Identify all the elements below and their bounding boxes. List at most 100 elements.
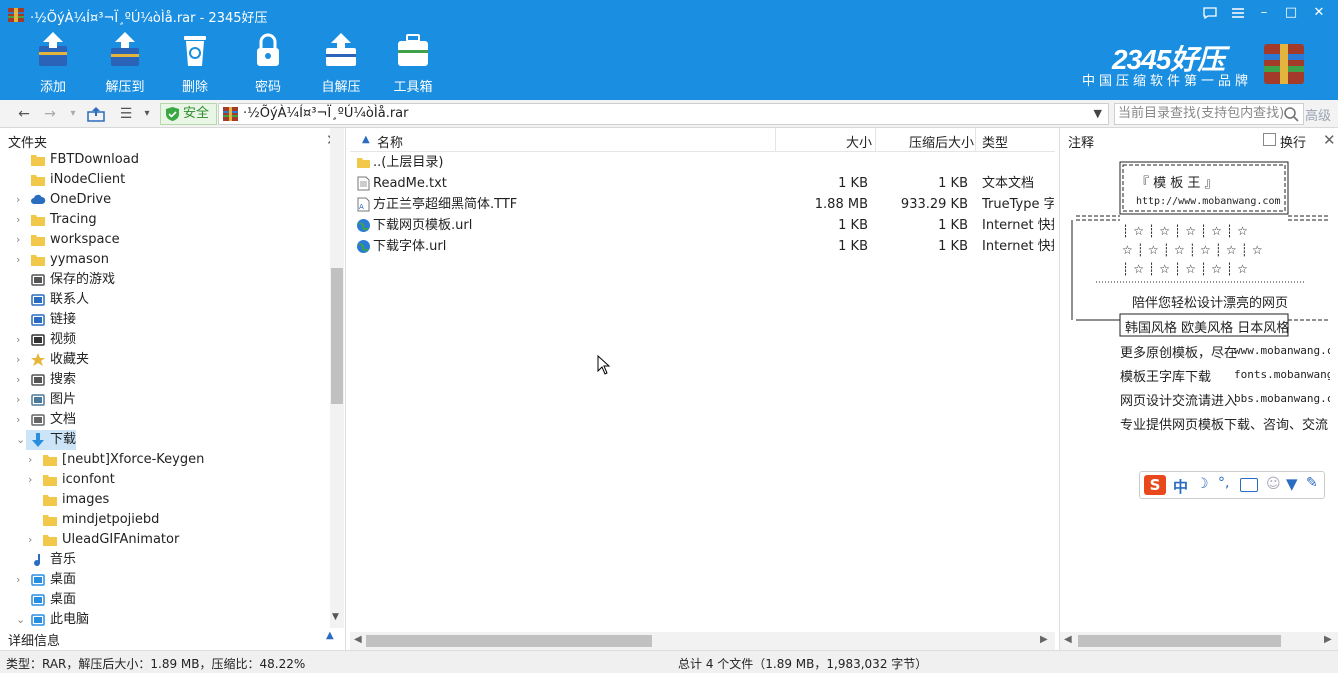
- view-dropdown[interactable]: ▾: [140, 103, 154, 125]
- tree-item[interactable]: › yymason: [0, 250, 330, 270]
- forward-button[interactable]: →: [40, 103, 60, 125]
- tree-item[interactable]: ⌄ 下载: [16, 430, 76, 450]
- minimize-button[interactable]: –: [1254, 4, 1274, 22]
- column-size[interactable]: 大小: [846, 132, 872, 151]
- folder-tree-scrollbar[interactable]: ▼: [330, 128, 344, 628]
- tree-item[interactable]: › 视频: [0, 330, 330, 350]
- file-row[interactable]: 下载字体.url 1 KB 1 KB Internet 快捷方式: [350, 236, 1055, 257]
- folder-icon: [42, 512, 58, 528]
- moon-icon[interactable]: ☽: [1196, 476, 1209, 492]
- toolbox-button[interactable]: 工具箱: [377, 28, 449, 96]
- scroll-right-icon[interactable]: ▶: [1324, 634, 1332, 645]
- ime-toolbar[interactable]: S 中 ☽ °, ☺ ▼ ✎: [1139, 471, 1325, 499]
- ime-lang[interactable]: 中: [1173, 476, 1188, 497]
- tree-item[interactable]: 桌面: [0, 590, 330, 610]
- file-row[interactable]: A 方正兰亭超细黑简体.TTF 1.88 MB 933.29 KB TrueType 字…: [350, 194, 1055, 215]
- comment-pane: 注释 换行 ✕ 『 模 板 王 』 http://www.mobanwang.c…: [1059, 128, 1338, 650]
- user-icon[interactable]: ☺: [1266, 476, 1281, 492]
- scroll-down-icon[interactable]: ▼: [332, 612, 339, 622]
- tree-item[interactable]: ⌄ 此电脑: [0, 610, 330, 628]
- add-button[interactable]: 添加: [17, 28, 89, 96]
- tree-item[interactable]: › 收藏夹: [0, 350, 330, 370]
- close-button[interactable]: ✕: [1309, 4, 1329, 22]
- maximize-button[interactable]: □: [1281, 4, 1301, 22]
- scrollbar-thumb[interactable]: [1078, 635, 1281, 647]
- tree-item[interactable]: › 文档: [0, 410, 330, 430]
- detail-info-header[interactable]: 详细信息: [8, 630, 60, 649]
- tree-item[interactable]: › OneDrive: [0, 190, 330, 210]
- search-icon[interactable]: [1283, 106, 1300, 123]
- file-row[interactable]: ReadMe.txt 1 KB 1 KB 文本文档: [350, 173, 1055, 194]
- extract-label: 解压到: [105, 80, 145, 95]
- expand-arrow-icon[interactable]: ›: [16, 350, 26, 370]
- feedback-button[interactable]: [1200, 4, 1220, 22]
- expand-arrow-icon[interactable]: ›: [16, 390, 26, 410]
- expand-arrow-icon[interactable]: ›: [16, 570, 26, 590]
- tree-item[interactable]: › UleadGIFAnimator: [0, 530, 330, 550]
- delete-button[interactable]: 删除: [159, 28, 231, 96]
- column-compressed[interactable]: 压缩后大小: [909, 132, 974, 151]
- menu-button[interactable]: [1228, 4, 1248, 22]
- expand-arrow-icon[interactable]: ›: [28, 450, 38, 470]
- expand-arrow-icon[interactable]: ›: [16, 190, 26, 210]
- advanced-search-button[interactable]: 高级: [1305, 105, 1331, 124]
- comment-scrollbar[interactable]: ◀ ▶: [1060, 632, 1338, 650]
- tree-item[interactable]: › Tracing: [0, 210, 330, 230]
- tree-item[interactable]: FBTDownload: [0, 150, 330, 170]
- comment-pane-close-button[interactable]: ✕: [1323, 131, 1336, 149]
- expand-arrow-icon[interactable]: ›: [16, 230, 26, 250]
- expand-arrow-icon[interactable]: ›: [28, 530, 38, 550]
- scrollbar-thumb[interactable]: [331, 268, 343, 404]
- archive-app-icon: [8, 8, 24, 22]
- wrench-icon[interactable]: ✎: [1306, 475, 1318, 491]
- safe-badge[interactable]: 安全: [160, 103, 217, 125]
- tree-item[interactable]: 保存的游戏: [0, 270, 330, 290]
- column-name[interactable]: 名称: [377, 132, 403, 151]
- expand-arrow-icon[interactable]: ›: [16, 250, 26, 270]
- tree-item[interactable]: › 搜索: [0, 370, 330, 390]
- tree-item[interactable]: › 图片: [0, 390, 330, 410]
- file-row[interactable]: 下载网页模板.url 1 KB 1 KB Internet 快捷方式: [350, 215, 1055, 236]
- back-button[interactable]: ←: [14, 103, 34, 125]
- skin-icon[interactable]: ▼: [1286, 475, 1298, 493]
- expand-arrow-icon[interactable]: ›: [16, 210, 26, 230]
- tree-item[interactable]: › [neubt]Xforce-Keygen: [0, 450, 330, 470]
- tree-item[interactable]: › 桌面: [0, 570, 330, 590]
- column-type[interactable]: 类型: [982, 132, 1008, 151]
- tree-item[interactable]: iNodeClient: [0, 170, 330, 190]
- tree-item[interactable]: › workspace: [0, 230, 330, 250]
- tree-item[interactable]: 联系人: [0, 290, 330, 310]
- expand-arrow-icon[interactable]: ›: [16, 370, 26, 390]
- expand-arrow-icon[interactable]: ›: [16, 330, 26, 350]
- tree-item[interactable]: 链接: [0, 310, 330, 330]
- file-row[interactable]: ..(上层目录): [350, 152, 1055, 173]
- self-extract-button[interactable]: 自解压: [305, 28, 377, 96]
- tree-item[interactable]: › iconfont: [0, 470, 330, 490]
- keyboard-icon[interactable]: [1240, 478, 1258, 492]
- up-button[interactable]: [86, 103, 106, 125]
- tree-item[interactable]: 音乐: [0, 550, 330, 570]
- punctuation-icon[interactable]: °,: [1218, 475, 1229, 491]
- extract-button[interactable]: 解压到: [89, 28, 161, 96]
- wrap-checkbox[interactable]: [1263, 133, 1276, 146]
- tree-item[interactable]: mindjetpojiebd: [0, 510, 330, 530]
- scroll-left-icon[interactable]: ◀: [1064, 634, 1072, 645]
- scroll-left-icon[interactable]: ◀: [354, 634, 362, 645]
- path-field[interactable]: ·½ÕýÀ¼Í¤³¬Ï¸ºÚ¼òÌå.rar ▼: [218, 103, 1109, 125]
- path-dropdown-icon[interactable]: ▼: [1094, 107, 1102, 120]
- style-list: 韩国风格 欧美风格 日本风格: [1125, 321, 1290, 336]
- expand-arrow-icon[interactable]: ›: [28, 470, 38, 490]
- forward-dropdown[interactable]: ▾: [66, 103, 80, 125]
- collapse-up-icon[interactable]: ▲: [326, 630, 334, 641]
- view-button[interactable]: ☰: [114, 103, 138, 125]
- expand-arrow-icon[interactable]: ⌄: [16, 430, 26, 450]
- tagline: 陪伴您轻松设计漂亮的网页: [1132, 296, 1289, 311]
- password-button[interactable]: 密码: [232, 28, 304, 96]
- file-list-scrollbar[interactable]: ◀ ▶: [350, 632, 1055, 650]
- scroll-right-icon[interactable]: ▶: [1040, 634, 1048, 645]
- scrollbar-thumb[interactable]: [366, 635, 652, 647]
- expand-arrow-icon[interactable]: ⌄: [16, 610, 26, 628]
- search-input[interactable]: 当前目录查找(支持包内查找): [1114, 103, 1304, 125]
- expand-arrow-icon[interactable]: ›: [16, 410, 26, 430]
- tree-item[interactable]: images: [0, 490, 330, 510]
